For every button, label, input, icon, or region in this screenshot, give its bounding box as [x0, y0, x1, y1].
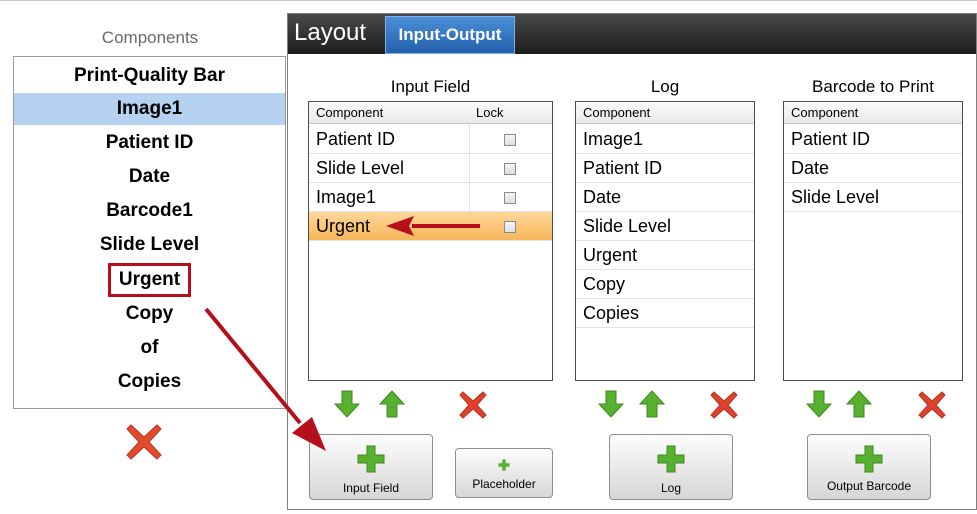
remove-icon[interactable] — [459, 391, 487, 419]
move-down-icon[interactable] — [806, 389, 832, 419]
component-item[interactable]: Barcode1 — [14, 195, 285, 227]
green-plus-icon — [657, 445, 685, 473]
log-list[interactable]: Component Image1 Patient ID Date Slide L… — [575, 101, 755, 381]
button-label: Placeholder — [472, 477, 536, 491]
log-row[interactable]: Copy — [576, 270, 754, 299]
remove-icon[interactable] — [918, 391, 946, 419]
green-plus-icon — [498, 459, 510, 471]
component-item[interactable]: Date — [14, 161, 285, 193]
annotation-arrow-icon — [204, 307, 326, 451]
move-down-icon[interactable] — [598, 389, 624, 419]
add-placeholder-button[interactable]: Placeholder — [455, 448, 553, 498]
barcode-row[interactable]: Date — [784, 154, 962, 183]
button-label: Input Field — [342, 481, 400, 495]
column-header-component[interactable]: Component — [309, 102, 469, 124]
lock-checkbox[interactable] — [504, 192, 516, 204]
top-divider — [0, 0, 977, 1]
components-title: Components — [101, 28, 199, 47]
add-log-button[interactable]: Log — [609, 434, 733, 500]
column-header-component[interactable]: Component — [784, 102, 962, 124]
move-up-icon[interactable] — [639, 389, 665, 419]
tab-layout[interactable]: Layout — [294, 19, 366, 47]
lock-checkbox[interactable] — [504, 221, 516, 233]
remove-component-icon[interactable] — [125, 423, 163, 461]
log-row[interactable]: Copies — [576, 299, 754, 328]
component-item[interactable]: Slide Level — [14, 229, 285, 261]
barcode-row[interactable]: Patient ID — [784, 125, 962, 154]
green-plus-icon — [357, 445, 385, 473]
log-row[interactable]: Slide Level — [576, 212, 754, 241]
layout-window: Layout Input-Output Input Field Componen… — [287, 13, 977, 510]
red-arrow-icon — [386, 216, 480, 236]
green-plus-icon — [855, 445, 883, 473]
log-row[interactable]: Date — [576, 183, 754, 212]
barcode-list[interactable]: Component Patient ID Date Slide Level — [783, 101, 963, 381]
tab-bar: Layout Input-Output — [288, 14, 976, 54]
output-barcode-button[interactable]: Output Barcode — [807, 434, 931, 500]
component-item-highlighted[interactable]: Urgent — [14, 263, 285, 297]
barcode-row[interactable]: Slide Level — [784, 183, 962, 212]
log-row[interactable]: Urgent — [576, 241, 754, 270]
log-row[interactable]: Patient ID — [576, 154, 754, 183]
log-title: Log — [650, 77, 680, 96]
move-up-icon[interactable] — [846, 389, 872, 419]
input-field-title: Input Field — [390, 77, 471, 96]
lock-checkbox[interactable] — [504, 134, 516, 146]
lock-checkbox[interactable] — [504, 163, 516, 175]
button-label: Log — [660, 481, 682, 495]
button-label: Output Barcode — [826, 479, 912, 493]
column-header-component[interactable]: Component — [576, 102, 754, 124]
column-header-lock[interactable]: Lock — [469, 102, 552, 124]
component-item[interactable]: Print-Quality Bar — [14, 60, 285, 92]
barcode-title: Barcode to Print — [812, 77, 934, 96]
move-up-icon[interactable] — [379, 389, 405, 419]
component-item-selected[interactable]: Image1 — [14, 93, 285, 125]
input-field-list[interactable]: Component Lock Patient ID Slide Level Im… — [308, 101, 553, 381]
log-row[interactable]: Image1 — [576, 125, 754, 154]
tab-input-output[interactable]: Input-Output — [385, 16, 515, 54]
component-item[interactable]: Patient ID — [14, 127, 285, 159]
remove-icon[interactable] — [710, 391, 738, 419]
